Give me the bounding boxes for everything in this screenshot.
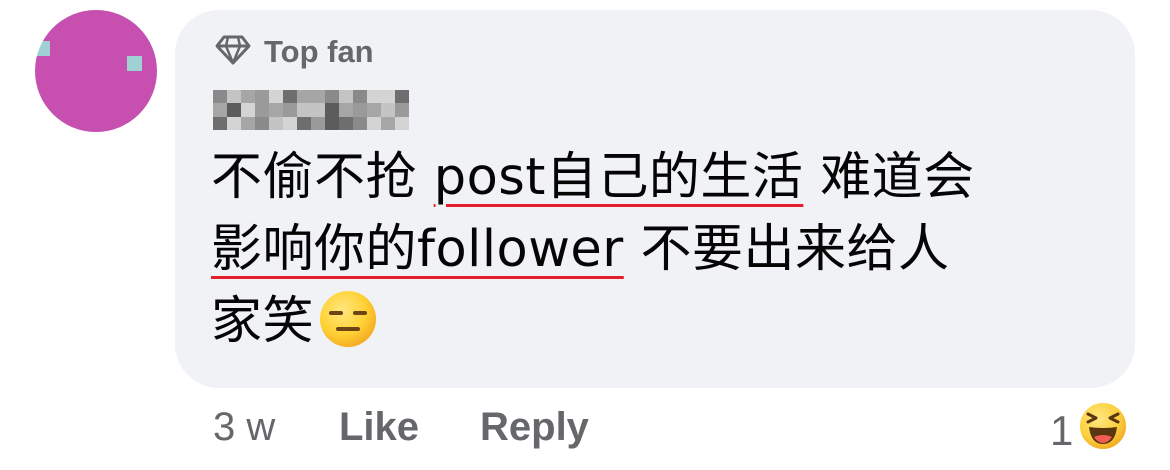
badge-label: Top fan [264, 34, 374, 69]
comment-line3: 家笑 [211, 292, 315, 351]
comment-underlined-2: 影响你的follower [211, 220, 624, 279]
comment-bubble: Top fan 不偷不抢 post自己的生活 难道会 影响你的follower … [175, 10, 1135, 388]
comment-line2-end: 不要出来给人 [623, 220, 950, 279]
author-name[interactable] [213, 90, 409, 130]
comment-actions: 3 w Like Reply [213, 405, 589, 450]
comment-underlined-1: post自己的生活 [433, 148, 804, 207]
comment-text: 不偷不抢 post自己的生活 难道会 影响你的follower 不要出来给人 家… [211, 142, 1111, 358]
top-fan-badge: Top fan [215, 34, 374, 70]
like-button[interactable]: Like [339, 405, 480, 450]
comment-line1-start: 不偷不抢 [211, 148, 434, 207]
reaction-summary[interactable]: 1 [1050, 400, 1129, 462]
avatar[interactable] [35, 10, 157, 132]
reply-button[interactable]: Reply [480, 405, 589, 450]
reaction-count: 1 [1050, 407, 1074, 454]
diamond-icon [215, 34, 251, 70]
laughing-face-emoji [1073, 400, 1129, 462]
expressionless-face-emoji [318, 289, 378, 349]
comment-line1-end: 难道会 [803, 148, 975, 207]
timestamp[interactable]: 3 w [213, 405, 339, 450]
